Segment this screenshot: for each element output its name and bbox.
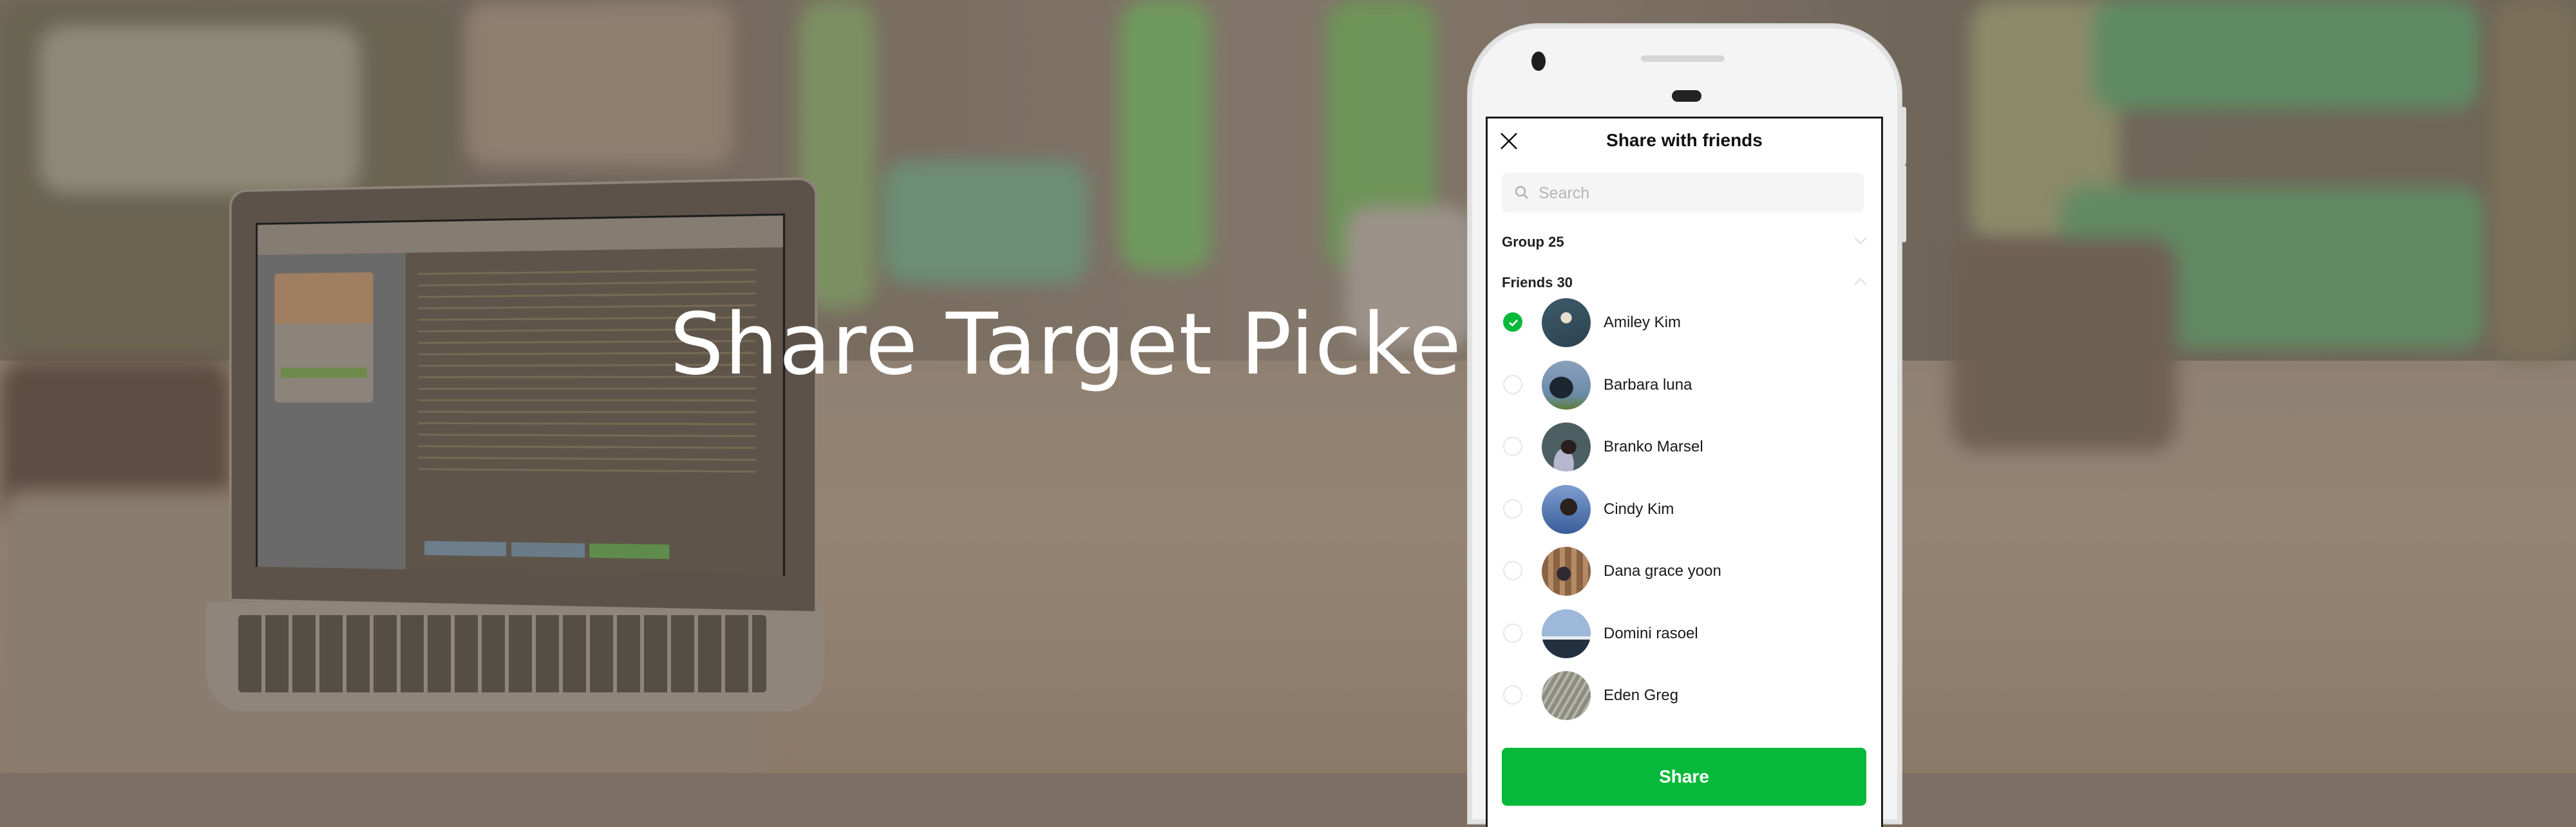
friend-row[interactable]: Domini rasoel [1488, 604, 1881, 666]
background-shelf [464, 0, 734, 167]
laptop-preview-button [280, 367, 367, 378]
friend-row[interactable]: Amiley Kim [1488, 293, 1881, 355]
checkbox-unchecked[interactable] [1503, 499, 1522, 518]
section-label: Friends 30 [1502, 274, 1573, 290]
laptop-screen-buttons [424, 540, 670, 559]
avatar [1542, 298, 1591, 347]
background-plant [2492, 0, 2576, 361]
checkbox-checked[interactable] [1503, 312, 1522, 332]
phone-speaker [1641, 55, 1725, 62]
avatar [1542, 671, 1591, 720]
background-flower-pot [1951, 238, 2177, 451]
banner-title: Share Target Picker [670, 295, 1498, 394]
friend-name: Barbara luna [1604, 375, 1692, 394]
section-friends[interactable]: Friends 30 [1502, 271, 1868, 296]
background-green-panel [1121, 0, 1211, 271]
friend-name: Branko Marsel [1604, 438, 1703, 455]
checkbox-unchecked[interactable] [1503, 623, 1522, 643]
avatar [1542, 609, 1591, 658]
phone-sensor [1672, 90, 1701, 102]
section-label: Group 25 [1502, 234, 1564, 250]
checkmark-icon [1509, 319, 1518, 327]
laptop-screen [256, 213, 786, 576]
laptop-preview-image [274, 272, 374, 324]
background-flowers [39, 26, 361, 193]
background-green-box [882, 161, 1088, 283]
checkbox-unchecked[interactable] [1503, 561, 1522, 580]
avatar [1542, 423, 1591, 471]
friend-row[interactable]: Barbara luna [1488, 356, 1881, 417]
friend-name: Cindy Kim [1604, 500, 1674, 518]
laptop-screen-preview-pane [257, 252, 406, 569]
search-field[interactable] [1502, 173, 1864, 214]
laptop-preview-card [274, 272, 374, 403]
search-input[interactable] [1537, 173, 1849, 214]
share-dialog: Share with friends Group 25 Friends 30 A… [1486, 117, 1883, 827]
dialog-title: Share with friends [1606, 130, 1763, 150]
friend-row[interactable]: Cindy Kim [1488, 480, 1881, 542]
list-fade [1488, 724, 1881, 743]
avatar [1542, 360, 1591, 410]
background-green-panel [2093, 0, 2479, 109]
dialog-header: Share with friends [1488, 119, 1881, 170]
laptop-illustration [206, 176, 824, 731]
laptop-screen-toolbar [257, 215, 783, 255]
friend-name: Domini rasoel [1604, 624, 1698, 642]
phone-mockup: Share with friends Group 25 Friends 30 A… [1468, 24, 1906, 827]
checkbox-unchecked[interactable] [1503, 374, 1522, 394]
friend-name: Eden Greg [1604, 687, 1679, 704]
friend-name: Dana grace yoon [1604, 562, 1721, 580]
checkbox-unchecked[interactable] [1503, 437, 1522, 456]
chevron-up-icon [1854, 278, 1867, 285]
section-group[interactable]: Group 25 [1502, 230, 1868, 256]
checkbox-unchecked[interactable] [1503, 685, 1522, 705]
laptop-keyboard [238, 615, 766, 692]
phone-camera [1531, 52, 1546, 71]
friend-row[interactable]: Dana grace yoon [1488, 542, 1881, 604]
avatar [1542, 547, 1591, 596]
phone-volume-button [1901, 107, 1906, 165]
laptop-base [206, 602, 824, 712]
phone-power-button [1901, 165, 1906, 242]
friend-row[interactable]: Branko Marsel [1488, 417, 1881, 479]
avatar [1542, 484, 1591, 534]
friend-name: Amiley Kim [1604, 314, 1681, 331]
laptop-lid [229, 176, 818, 614]
search-icon [1515, 185, 1528, 199]
share-button[interactable]: Share [1502, 748, 1866, 806]
chevron-down-icon [1854, 237, 1867, 245]
friend-row[interactable]: Eden Greg [1488, 666, 1881, 728]
